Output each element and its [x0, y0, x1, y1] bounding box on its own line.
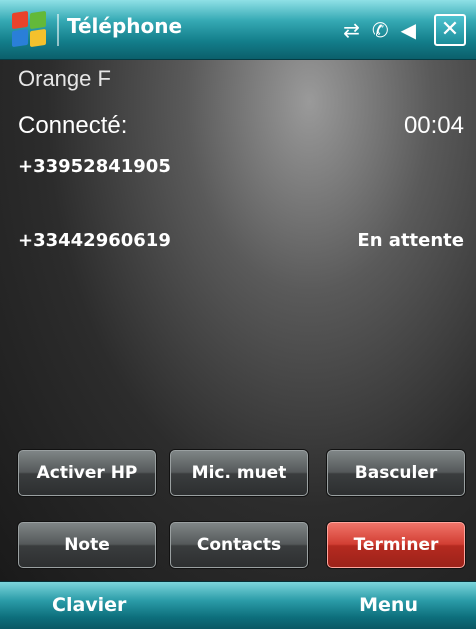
mute-button[interactable]: Mic. muet	[170, 450, 308, 496]
swap-button[interactable]: Basculer	[327, 450, 465, 496]
carrier-name: Orange F	[18, 66, 111, 91]
title-separator	[57, 14, 59, 46]
note-button[interactable]: Note	[18, 522, 156, 568]
speaker-button[interactable]: Activer HP	[18, 450, 156, 496]
contacts-button[interactable]: Contacts	[170, 522, 308, 568]
held-call-status: En attente	[357, 230, 464, 251]
status-icons: ⇄ ✆ ◀	[343, 16, 416, 44]
call-timer: 00:04	[403, 112, 464, 139]
start-logo[interactable]	[12, 10, 48, 48]
softkey-bar: Clavier Menu	[0, 581, 476, 629]
menu-softkey[interactable]: Menu	[359, 594, 418, 616]
volume-icon[interactable]: ◀	[401, 16, 416, 44]
title-bar: Téléphone ⇄ ✆ ◀ ✕	[0, 0, 476, 60]
close-button[interactable]: ✕	[434, 14, 466, 46]
phone-signal-icon[interactable]: ✆	[372, 16, 389, 44]
end-call-button[interactable]: Terminer	[327, 522, 465, 568]
active-call-number: +33952841905	[18, 156, 171, 177]
held-call-number: +33442960619	[18, 230, 171, 251]
call-status: Connecté:	[18, 112, 128, 139]
keypad-softkey[interactable]: Clavier	[52, 594, 126, 616]
data-connection-icon[interactable]: ⇄	[343, 16, 360, 44]
app-title: Téléphone	[67, 14, 183, 38]
call-screen: Orange F Connecté: 00:04 +33952841905 +3…	[0, 60, 476, 581]
